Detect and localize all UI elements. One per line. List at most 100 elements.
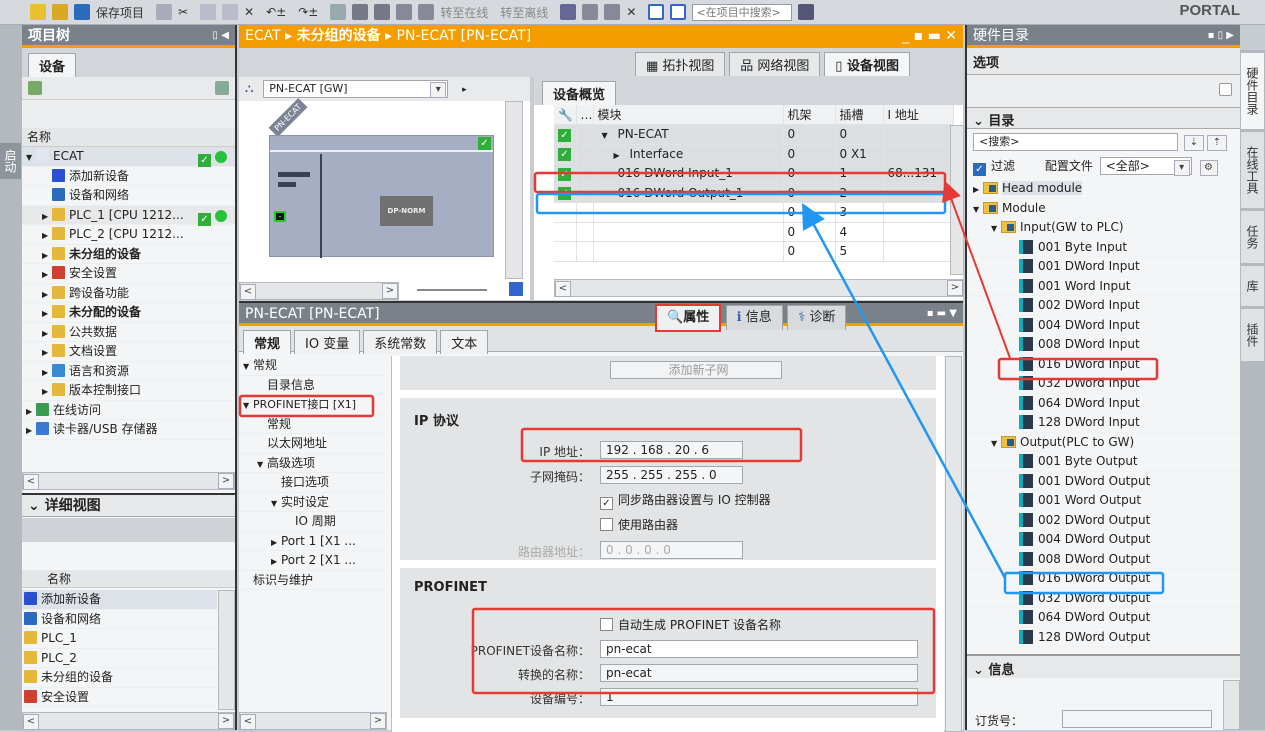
breadcrumb-item[interactable]: PN-ECAT [PN-ECAT] xyxy=(397,28,532,44)
subtab-item[interactable]: 文本 xyxy=(440,330,489,354)
go-online-button[interactable]: 转至在线 xyxy=(440,4,488,21)
tab-info[interactable]: ℹ 信息 xyxy=(725,305,783,330)
expand-arrow-icon[interactable]: ▶ xyxy=(42,246,52,266)
catalog-item[interactable]: 004 DWord Output xyxy=(967,530,1240,550)
catalog-item[interactable]: 064 DWord Input xyxy=(967,394,1240,413)
tab-device-view[interactable]: ▯ 设备视图 xyxy=(824,52,910,76)
catalog-search-input[interactable]: <搜索> xyxy=(973,133,1178,151)
overview-row[interactable]: 05 xyxy=(554,241,954,262)
side-tab[interactable]: 硬件目录 xyxy=(1241,53,1264,129)
detail-vscrollbar[interactable] xyxy=(218,590,235,710)
delete-icon[interactable]: ✕ xyxy=(244,5,254,19)
catalog-item[interactable]: 001 Word Output xyxy=(967,491,1240,511)
runtime-icon[interactable] xyxy=(418,4,435,20)
nav-item[interactable]: ▼ PROFINET接口 [X1] xyxy=(239,395,387,415)
tree-item[interactable]: ▶ PLC_1 [CPU 1212... ✓ xyxy=(22,205,235,227)
overview-row[interactable]: ✓ 016 DWord Input_1 0 1 68...131 xyxy=(554,163,954,184)
cut-icon[interactable]: ✂ xyxy=(178,5,188,19)
expand-arrow-icon[interactable]: ▶ xyxy=(42,207,52,227)
device-select[interactable]: PN-ECAT [GW] xyxy=(263,80,449,98)
expand-arrow-icon[interactable]: ▼ xyxy=(602,131,612,140)
side-tab[interactable]: 任务 xyxy=(1241,211,1264,263)
detail-item[interactable]: 设备和网络 xyxy=(22,610,217,629)
tab-devices[interactable]: 设备 xyxy=(28,53,77,77)
nav-item[interactable]: 接口选项 xyxy=(239,473,387,493)
tab-network-view[interactable]: 品 网络视图 xyxy=(729,52,821,76)
detail-hscrollbar[interactable]: < > xyxy=(22,712,235,730)
subnet-mask-input[interactable]: 255 . 255 . 255 . 0 xyxy=(600,466,743,484)
module-graphic[interactable]: DP-NORM xyxy=(380,196,433,226)
expand-arrow-icon[interactable]: ▶ xyxy=(614,151,624,160)
info-vscrollbar[interactable] xyxy=(1223,680,1240,730)
catalog-item[interactable]: 004 DWord Input xyxy=(967,316,1240,335)
use-router-checkbox[interactable]: 使用路由器 xyxy=(600,516,678,533)
start-tab[interactable]: 启动 xyxy=(0,143,21,179)
scroll-left-icon[interactable]: < xyxy=(23,714,39,730)
overview-row[interactable]: ✓ 016 DWord Output_1 0 2 xyxy=(554,183,954,203)
expand-arrow-icon[interactable]: ▼ xyxy=(243,396,253,416)
catalog-section-header[interactable]: ⌄ 目录 xyxy=(967,107,1240,129)
device-icon[interactable]: ⛬ xyxy=(245,81,253,95)
collapse-icon[interactable]: ▯ ◀ xyxy=(212,25,229,47)
col-module[interactable]: 模块 xyxy=(593,105,784,125)
converted-name-input[interactable]: pn-ecat xyxy=(600,664,918,682)
save-icon[interactable] xyxy=(74,4,90,20)
tree-item[interactable]: ▶ 未分组的设备 xyxy=(22,245,235,266)
scroll-right-icon[interactable]: > xyxy=(218,473,234,489)
overview-icon[interactable] xyxy=(215,81,229,95)
tree-item[interactable]: ▶ 公共数据 xyxy=(22,323,235,342)
filter-checkbox[interactable]: ✓ 过滤 xyxy=(973,159,1015,176)
catalog-item[interactable]: ▶ Head module xyxy=(967,179,1240,199)
expand-arrow-icon[interactable]: ▼ xyxy=(991,434,1001,454)
options-toggle-icon[interactable] xyxy=(1219,83,1232,96)
col-i-address[interactable]: I 地址 xyxy=(883,105,954,125)
expand-arrow-icon[interactable]: ▶ xyxy=(271,552,281,572)
expand-arrow-icon[interactable]: ▶ xyxy=(42,265,52,285)
tree-item[interactable]: ▶ PLC_2 [CPU 1212... xyxy=(22,225,235,245)
nav-item[interactable]: ▼ 高级选项 xyxy=(239,454,387,475)
expand-icon[interactable]: ▸ xyxy=(462,85,467,95)
detail-item[interactable]: PLC_1 xyxy=(22,629,217,649)
catalog-item[interactable]: 001 Byte Output xyxy=(967,452,1240,472)
catalog-item[interactable]: 016 DWord Output xyxy=(967,569,1240,589)
detail-item[interactable]: 安全设置 xyxy=(22,688,217,707)
catalog-settings-icon[interactable]: ⚙ xyxy=(1199,160,1218,176)
overview-navigation-icon[interactable] xyxy=(509,282,523,296)
nav-item[interactable]: ▼ 常规 xyxy=(239,356,387,376)
scroll-right-icon[interactable]: > xyxy=(947,280,963,296)
search-down-icon[interactable]: ⇣ xyxy=(1184,135,1204,151)
catalog-item[interactable]: 064 DWord Output xyxy=(967,608,1240,628)
monitor-icon[interactable] xyxy=(604,4,621,20)
col-rack[interactable]: 机架 xyxy=(783,105,836,125)
catalog-item[interactable]: 001 Word Input xyxy=(967,277,1240,296)
graphic-hscrollbar[interactable]: < > xyxy=(239,282,399,300)
tree-item[interactable]: ▶ 在线访问 xyxy=(22,401,235,422)
catalog-item[interactable]: ▼ Input(GW to PLC) xyxy=(967,218,1240,238)
sync-router-checkbox[interactable]: ✓ 同步路由器设置与 IO 控制器 xyxy=(600,491,771,510)
graphic-vscrollbar[interactable] xyxy=(505,101,523,279)
breadcrumb-item[interactable]: 未分组的设备 xyxy=(297,28,381,44)
auto-generate-name-checkbox[interactable]: 自动生成 PROFINET 设备名称 xyxy=(600,616,781,633)
overview-row[interactable]: 03 xyxy=(554,202,954,223)
redo-icon[interactable]: ↷± xyxy=(298,5,318,19)
expand-arrow-icon[interactable]: ▶ xyxy=(26,421,36,441)
catalog-item[interactable]: 016 DWord Input xyxy=(967,355,1240,374)
add-subnet-button[interactable]: 添加新子网 xyxy=(610,361,782,379)
detail-item[interactable]: 添加新设备 xyxy=(22,590,217,610)
expand-arrow-icon[interactable]: ▶ xyxy=(26,402,36,422)
tree-item[interactable]: ▶ 跨设备功能 xyxy=(22,284,235,303)
expand-arrow-icon[interactable]: ▶ xyxy=(42,363,52,383)
expand-arrow-icon[interactable]: ▶ xyxy=(42,382,52,402)
dropdown-arrow-icon[interactable]: ▾ xyxy=(430,82,447,98)
scroll-left-icon[interactable]: < xyxy=(240,714,256,730)
rack-graphic[interactable]: ✓ DP-NORM xyxy=(269,135,494,258)
overview-hscrollbar[interactable]: < > xyxy=(554,279,964,297)
tree-item[interactable]: ▶ 读卡器/USB 存储器 xyxy=(22,420,235,440)
catalog-item[interactable]: ▼ Module xyxy=(967,199,1240,218)
tab-device-overview[interactable]: 设备概览 xyxy=(542,81,617,105)
expand-arrow-icon[interactable]: ▼ xyxy=(257,455,267,475)
undo-icon[interactable]: ↶± xyxy=(266,5,286,19)
expand-arrow-icon[interactable]: ▶ xyxy=(42,304,52,324)
tab-diagnostics[interactable]: ⚕ 诊断 xyxy=(787,305,847,330)
upload-icon[interactable] xyxy=(374,4,391,20)
